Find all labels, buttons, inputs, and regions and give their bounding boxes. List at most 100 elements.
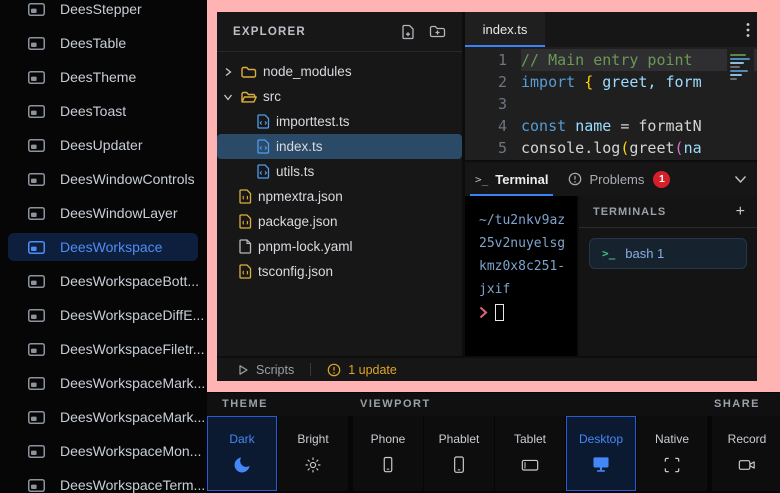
sidebar-item-deesworkspace[interactable]: DeesWorkspace <box>8 233 198 261</box>
sidebar-item-deestheme[interactable]: DeesTheme <box>8 63 198 91</box>
new-file-icon[interactable] <box>401 24 416 40</box>
line-content: // Main entry point <box>521 49 757 71</box>
window-icon <box>28 207 45 220</box>
tree-item-label: pnpm-lock.yaml <box>258 239 353 254</box>
viewport-button-phone[interactable]: Phone <box>353 416 423 491</box>
sidebar-item-deesupdater[interactable]: DeesUpdater <box>8 131 198 159</box>
terminal-output-line: jxif <box>479 278 577 301</box>
window-icon <box>28 275 45 288</box>
sidebar-item-deeswindowlayer[interactable]: DeesWindowLayer <box>8 199 198 227</box>
new-folder-icon[interactable] <box>429 24 446 40</box>
sidebar-item-deesworkspacebott[interactable]: DeesWorkspaceBott... <box>8 267 198 295</box>
tree-item-label: package.json <box>258 214 338 229</box>
window-icon <box>28 241 45 254</box>
window-icon <box>28 71 45 84</box>
tree-item-npmextra-json[interactable]: npmextra.json <box>217 184 462 209</box>
terminals-panel: TERMINALS + >_bash 1 <box>579 196 757 356</box>
sidebar-item-deesworkspacefiletr[interactable]: DeesWorkspaceFiletr... <box>8 335 198 363</box>
code-token: // Main entry point <box>521 51 693 69</box>
terminal-output-line: 25v2nuyelsg <box>479 232 577 255</box>
updates-button[interactable]: 1 update <box>327 363 397 377</box>
line-number: 1 <box>465 49 521 71</box>
sidebar-item-label: DeesWorkspaceFiletr... <box>60 341 204 357</box>
terminal-session-bash-1[interactable]: >_bash 1 <box>589 238 747 269</box>
scripts-button[interactable]: Scripts <box>237 363 294 377</box>
code-line-4: 4const name = formatN <box>465 115 757 137</box>
tree-item-label: utils.ts <box>276 164 314 179</box>
minimap[interactable] <box>727 49 754 158</box>
sidebar-item-deesworkspacemark[interactable]: DeesWorkspaceMark... <box>8 369 198 397</box>
sidebar-item-deeswindowcontrols[interactable]: DeesWindowControls <box>8 165 198 193</box>
tablet-icon <box>519 454 541 476</box>
tree-item-index-ts[interactable]: index.ts <box>217 134 462 159</box>
sidebar-item-deestoast[interactable]: DeesToast <box>8 97 198 125</box>
line-number: 3 <box>465 93 521 115</box>
toolbar-group-share: Record <box>712 416 780 491</box>
sidebar-item-label: DeesWorkspaceMark... <box>60 375 205 391</box>
theme-button-dark[interactable]: Dark <box>207 416 277 491</box>
toolbar-group-viewport: PhonePhabletTabletDesktopNative <box>353 416 708 491</box>
viewport-button-phablet[interactable]: Phablet <box>424 416 494 491</box>
viewport-button-tablet[interactable]: Tablet <box>495 416 565 491</box>
sidebar-item-deesstepper[interactable]: DeesStepper <box>8 0 198 23</box>
tree-item-utils-ts[interactable]: utils.ts <box>217 159 462 184</box>
sidebar-item-deesworkspacemark[interactable]: DeesWorkspaceMark... <box>8 403 198 431</box>
toolbar-button-label: Bright <box>297 432 328 446</box>
tree-item-node-modules[interactable]: node_modules <box>217 59 462 84</box>
chevron-down-icon[interactable] <box>734 175 747 184</box>
viewport-button-desktop[interactable]: Desktop <box>566 416 636 491</box>
sidebar-item-deesworkspacemon[interactable]: DeesWorkspaceMon... <box>8 437 198 465</box>
editor-tab-index-ts[interactable]: index.ts <box>465 12 545 47</box>
share-button-record[interactable]: Record <box>712 416 780 491</box>
explorer-title: EXPLORER <box>233 26 401 38</box>
code-token: na <box>684 139 702 157</box>
sidebar-item-deestable[interactable]: DeesTable <box>8 29 198 57</box>
file-icon <box>239 239 252 254</box>
terminal-icon: >_ <box>602 247 615 260</box>
theme-button-bright[interactable]: Bright <box>278 416 348 491</box>
viewport-button-native[interactable]: Native <box>637 416 707 491</box>
code-editor[interactable]: 1// Main entry point2import { greet, for… <box>465 47 757 160</box>
tab-terminal[interactable]: >_ Terminal <box>465 162 558 196</box>
json-file-icon <box>239 264 252 279</box>
window-icon <box>28 445 45 458</box>
minimap-line <box>730 70 748 72</box>
record-icon <box>736 454 758 476</box>
window-icon <box>28 3 45 16</box>
editor-column: index.ts 1// Main entry point2import { g… <box>465 12 757 356</box>
panel-tabbar: >_ Terminal Problems 1 <box>465 162 757 196</box>
terminal-console[interactable]: ~/tu2nkv9az25v2nuyelsgkmz0x8c251-jxif <box>465 196 577 356</box>
sidebar-item-deesworkspaceterm[interactable]: DeesWorkspaceTerm... <box>8 471 198 493</box>
sidebar-item-label: DeesWindowLayer <box>60 205 178 221</box>
tree-item-label: npmextra.json <box>258 189 343 204</box>
terminal-prompt-icon <box>479 306 488 319</box>
sidebar-item-label: DeesWorkspaceBott... <box>60 273 199 289</box>
tab-problems[interactable]: Problems 1 <box>558 162 680 196</box>
sidebar-item-label: DeesWorkspaceTerm... <box>60 477 205 493</box>
tree-item-tsconfig-json[interactable]: tsconfig.json <box>217 259 462 284</box>
explorer-panel: EXPLORER node_modulessrcimporttest.tsind… <box>217 12 462 356</box>
sidebar-item-deesworkspacediffe[interactable]: DeesWorkspaceDiffE... <box>8 301 198 329</box>
add-terminal-button[interactable]: + <box>736 204 745 220</box>
ts-file-icon <box>257 164 270 179</box>
sidebar-item-label: DeesToast <box>60 103 126 119</box>
tree-item-src[interactable]: src <box>217 84 462 109</box>
code-token: import <box>521 73 584 91</box>
minimap-line <box>730 54 746 56</box>
problems-count-badge: 1 <box>653 171 670 188</box>
tree-item-package-json[interactable]: package.json <box>217 209 462 234</box>
line-number: 5 <box>465 137 521 159</box>
window-icon <box>28 411 45 424</box>
sidebar-item-label: DeesUpdater <box>60 137 143 153</box>
line-content: console.log(greet(na <box>521 137 757 159</box>
window-icon <box>28 139 45 152</box>
window-icon <box>28 377 45 390</box>
update-alert-icon <box>327 363 341 377</box>
window-icon <box>28 479 45 492</box>
folder-open-icon <box>241 90 257 104</box>
toolbar-button-label: Dark <box>229 432 254 446</box>
code-token: greet <box>629 139 674 157</box>
tree-item-importtest-ts[interactable]: importtest.ts <box>217 109 462 134</box>
more-actions-icon[interactable] <box>746 22 750 38</box>
tree-item-pnpm-lock-yaml[interactable]: pnpm-lock.yaml <box>217 234 462 259</box>
